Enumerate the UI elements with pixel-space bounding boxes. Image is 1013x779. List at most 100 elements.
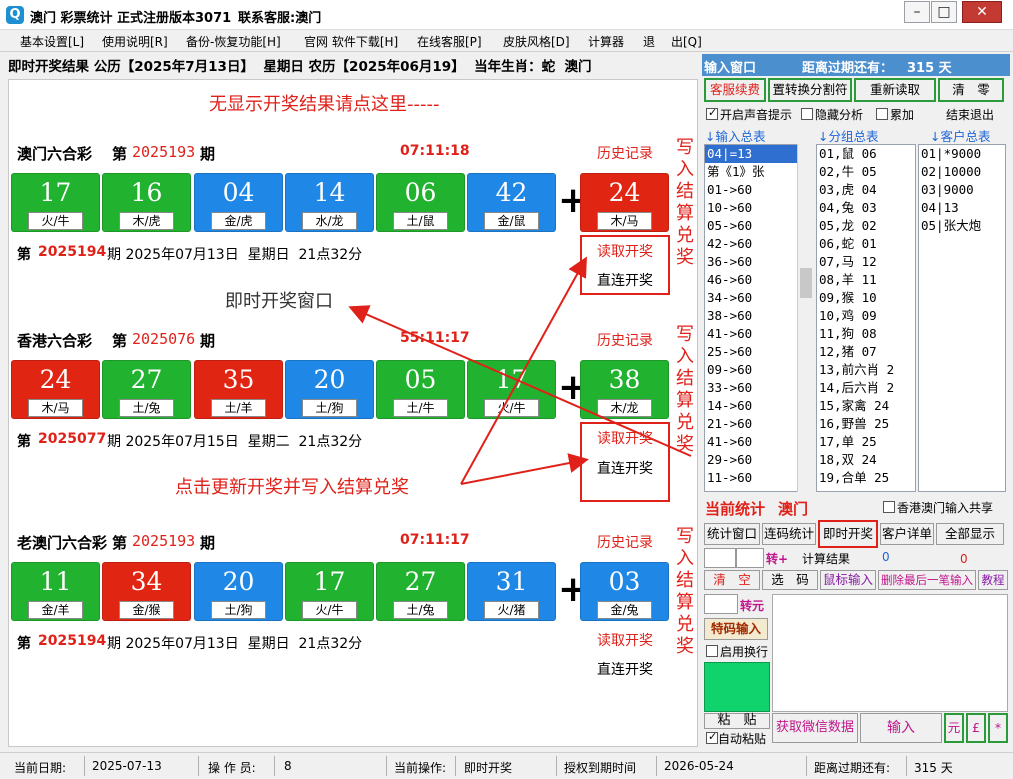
client-list-item[interactable]: 01|*9000 [919, 145, 1005, 163]
menu-calculator[interactable]: 计算器 [588, 33, 624, 50]
status-expire: 315 天 [914, 761, 953, 775]
current-stat-label: 当前统计 [705, 500, 766, 518]
group-list-item[interactable]: 07,马 12 [817, 253, 915, 271]
menu-exit-1[interactable]: 退 [643, 33, 655, 50]
contact-label: 联系客服:澳门 [238, 11, 322, 26]
auto-wrap-checkbox[interactable] [706, 645, 718, 657]
group-list-item[interactable]: 18,双 24 [817, 451, 915, 469]
clear-zero-button[interactable]: 清 零 [938, 78, 1004, 102]
input-list-header[interactable]: ↓输入总表 [705, 126, 765, 145]
tab-client-detail[interactable]: 客户详单 [880, 523, 934, 545]
info-bar: 即时开奖结果 公历【2025年7月13日】 星期日 农历【2025年06月19】… [8, 59, 592, 75]
group-list-item[interactable]: 03,虎 04 [817, 181, 915, 199]
share-label: 香港澳门输入共享 [897, 501, 994, 515]
convert-input-2[interactable] [736, 548, 764, 568]
client-list-item[interactable]: 04|13 [919, 199, 1005, 217]
expire-label: 距离过期还有： [802, 61, 894, 76]
select-code-button[interactable]: 选 码 [762, 570, 818, 590]
tab-stat-window[interactable]: 统计窗口 [704, 523, 760, 545]
version-label: 正式注册版本3071 [117, 11, 232, 26]
tab-show-all[interactable]: 全部显示 [936, 523, 1004, 545]
client-list-header[interactable]: ↓客户总表 [930, 126, 990, 145]
group-list[interactable]: 01,鼠 06 02,牛 05 03,虎 04 04,兔 03 05,龙 02 06,蛇 … [816, 144, 916, 492]
convert-input-1[interactable] [704, 548, 736, 568]
tab-instant-draw[interactable]: 即时开奖 [818, 520, 878, 548]
reload-button[interactable]: 重新读取 [854, 78, 936, 102]
tutorial-button[interactable]: 教程 [978, 570, 1008, 590]
input-list-scrollbar[interactable] [797, 144, 814, 492]
status-expire-label: 距离过期还有: [814, 761, 891, 775]
group-list-item[interactable]: 01,鼠 06 [817, 145, 915, 163]
tab-combo-stat[interactable]: 连码统计 [762, 523, 816, 545]
auto-wrap-label: 启用换行 [720, 645, 769, 659]
group-list-item[interactable]: 02,牛 05 [817, 163, 915, 181]
get-wechat-button[interactable]: 获取微信数据 [772, 713, 858, 743]
menu-basic-settings[interactable]: 基本设置[L] [20, 33, 84, 50]
menu-bar: 基本设置[L] 使用说明[R] 备份-恢复功能[H] 官网 软件下载[H] 在线… [0, 30, 1013, 52]
menu-exit-2[interactable]: 出[Q] [671, 33, 702, 50]
status-light [704, 662, 770, 712]
renew-button[interactable]: 客服续费 [704, 78, 766, 102]
end-exit-button[interactable]: 结束退出 [946, 106, 994, 123]
group-list-item[interactable]: 06,蛇 01 [817, 235, 915, 253]
menu-website[interactable]: 官网 软件下载[H] [304, 33, 398, 50]
group-list-item[interactable]: 19,合单 25 [817, 469, 915, 487]
status-operator: 8 [284, 759, 292, 773]
current-stat-value: 澳门 [778, 500, 809, 518]
accumulate-label: 累加 [890, 108, 915, 122]
convert-plus-button[interactable]: 转+ [766, 550, 788, 567]
group-list-header[interactable]: ↓分组总表 [818, 126, 878, 145]
delete-last-button[interactable]: 删除最后一笔输入 [878, 570, 976, 590]
separator-button[interactable]: 置转换分割符 [768, 78, 852, 102]
mouse-input-button[interactable]: 鼠标输入 [820, 570, 876, 590]
scroll-thumb[interactable] [800, 268, 812, 298]
paste-button[interactable]: 粘 贴 [704, 713, 770, 729]
group-list-item[interactable]: 09,猴 10 [817, 289, 915, 307]
close-button[interactable]: ✕ [962, 1, 1002, 23]
minimize-button[interactable]: – [904, 1, 930, 23]
group-list-item[interactable]: 10,鸡 09 [817, 307, 915, 325]
menu-online-support[interactable]: 在线客服[P] [417, 33, 482, 50]
group-list-item[interactable]: 05,龙 02 [817, 217, 915, 235]
group-list-item[interactable]: 17,单 25 [817, 433, 915, 451]
group-list-item[interactable]: 13,前六肖 2 [817, 361, 915, 379]
maximize-button[interactable]: □ [931, 1, 957, 23]
pound-button[interactable]: £ [966, 713, 986, 743]
convert-yuan-button[interactable]: 转元 [740, 597, 764, 614]
special-code-button[interactable]: 特码输入 [704, 618, 768, 640]
menu-backup[interactable]: 备份-恢复功能[H] [186, 33, 281, 50]
calc-result-label: 计算结果 [802, 552, 851, 566]
hide-analysis-label: 隐藏分析 [815, 108, 864, 122]
share-checkbox[interactable] [883, 501, 895, 513]
client-list[interactable]: 01|*9000 02|10000 03|9000 04|13 05|张大炮 [918, 144, 1006, 492]
accumulate-checkbox[interactable] [876, 108, 888, 120]
title-bar: Q 澳门 彩票统计 正式注册版本3071 联系客服:澳门 – □ ✕ [0, 0, 1013, 30]
group-list-item[interactable]: 15,家禽 24 [817, 397, 915, 415]
group-list-item[interactable]: 04,兔 03 [817, 199, 915, 217]
clear-button[interactable]: 清 空 [704, 570, 760, 590]
hide-analysis-checkbox[interactable] [801, 108, 813, 120]
sound-checkbox[interactable]: ✓ [706, 106, 718, 120]
calc-result-1: 0 [882, 550, 890, 564]
yuan-button[interactable]: 元 [944, 713, 964, 743]
star-button[interactable]: * [988, 713, 1008, 743]
group-list-item[interactable]: 11,狗 08 [817, 325, 915, 343]
yuan-input[interactable] [704, 594, 738, 614]
group-list-item[interactable]: 16,野兽 25 [817, 415, 915, 433]
group-list-item[interactable]: 08,羊 11 [817, 271, 915, 289]
auto-paste-checkbox[interactable]: ✓ [706, 730, 718, 744]
menu-manual[interactable]: 使用说明[R] [102, 33, 168, 50]
input-textarea[interactable] [772, 594, 1008, 712]
menu-skin[interactable]: 皮肤风格[D] [503, 33, 570, 50]
draw-results-panel: 无显示开奖结果请点这里----- 澳门六合彩第 2025193 期 07:11:18 历… [8, 79, 698, 747]
client-list-item[interactable]: 03|9000 [919, 181, 1005, 199]
input-button[interactable]: 输入 [860, 713, 942, 743]
group-list-item[interactable]: 12,猪 07 [817, 343, 915, 361]
status-date: 2025-07-13 [92, 759, 162, 773]
group-list-item[interactable]: 14,后六肖 2 [817, 379, 915, 397]
client-list-item[interactable]: 02|10000 [919, 163, 1005, 181]
auto-paste-label: 自动粘贴 [718, 732, 767, 746]
status-current-op: 即时开奖 [464, 761, 513, 775]
client-list-item[interactable]: 05|张大炮 [919, 217, 1005, 235]
status-bar: 当前日期: 2025-07-13 操 作 员: 8 当前操作: 即时开奖 授权到… [0, 752, 1013, 779]
